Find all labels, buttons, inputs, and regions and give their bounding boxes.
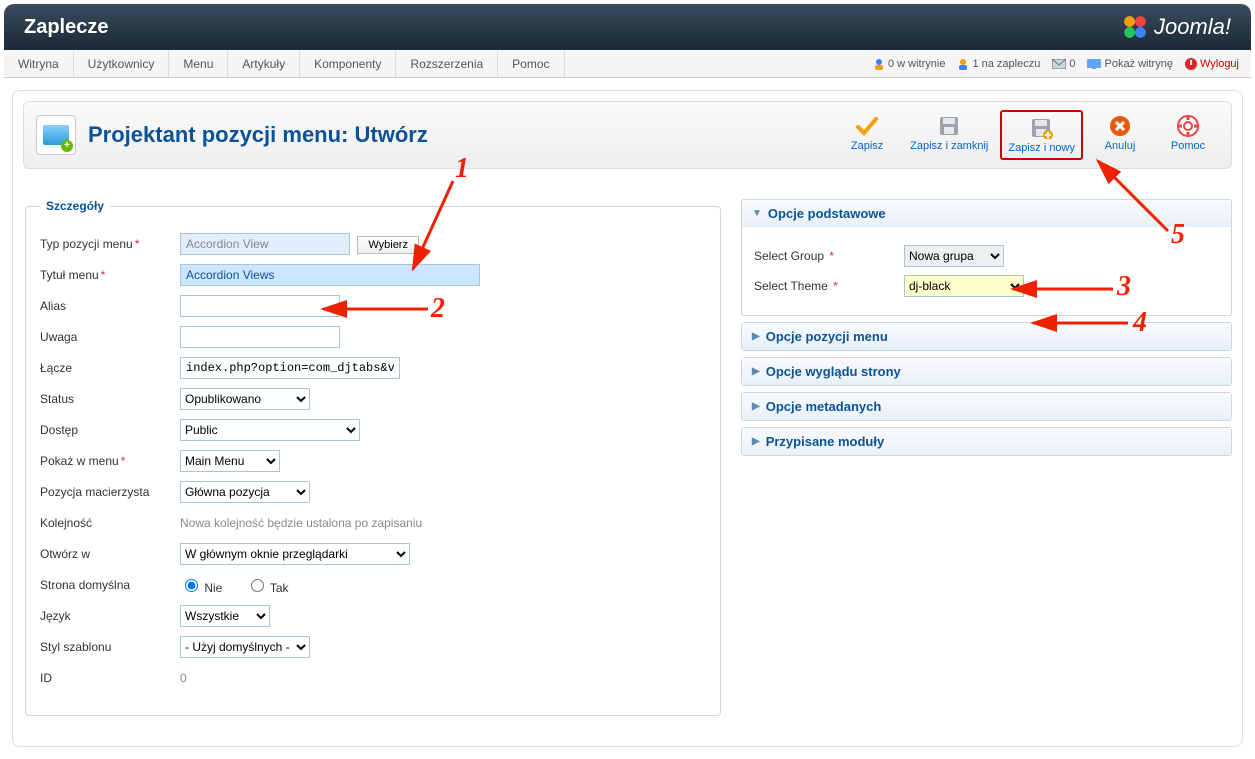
page-icon: +: [36, 115, 76, 155]
menu-articles[interactable]: Artykuły: [228, 51, 300, 77]
logout-icon: [1185, 58, 1197, 70]
plus-badge-icon: +: [61, 140, 73, 152]
monitor-icon: [1087, 59, 1101, 69]
menu-menus[interactable]: Menu: [169, 51, 228, 77]
menu-help[interactable]: Pomoc: [498, 51, 564, 77]
mail-icon: [1052, 59, 1066, 69]
joomla-icon: [1122, 14, 1148, 40]
user-icon: [873, 58, 885, 70]
main-menu: Witryna Użytkownicy Menu Artykuły Kompon…: [4, 50, 1251, 78]
status-visitors: 0 w witrynie: [873, 58, 945, 70]
menu-components[interactable]: Komponenty: [300, 51, 396, 77]
joomla-logo: Joomla!: [1122, 14, 1231, 40]
menu-users[interactable]: Użytkownicy: [74, 51, 170, 77]
status-messages: 0: [1052, 58, 1075, 70]
menu-site[interactable]: Witryna: [4, 51, 74, 77]
top-bar: Zaplecze Joomla!: [4, 4, 1251, 50]
menu-extensions[interactable]: Rozszerzenia: [396, 51, 498, 77]
main-container: 1 2 3 4 5 + Projektant pozycji menu: Utw…: [12, 90, 1243, 747]
status-admins: 1 na zapleczu: [957, 58, 1040, 70]
view-site-link[interactable]: Pokaż witrynę: [1087, 58, 1172, 70]
logout-link[interactable]: Wyloguj: [1185, 58, 1239, 70]
app-title: Zaplecze: [24, 16, 108, 39]
annotation-arrows: [13, 91, 1242, 746]
admin-icon: [957, 58, 969, 70]
